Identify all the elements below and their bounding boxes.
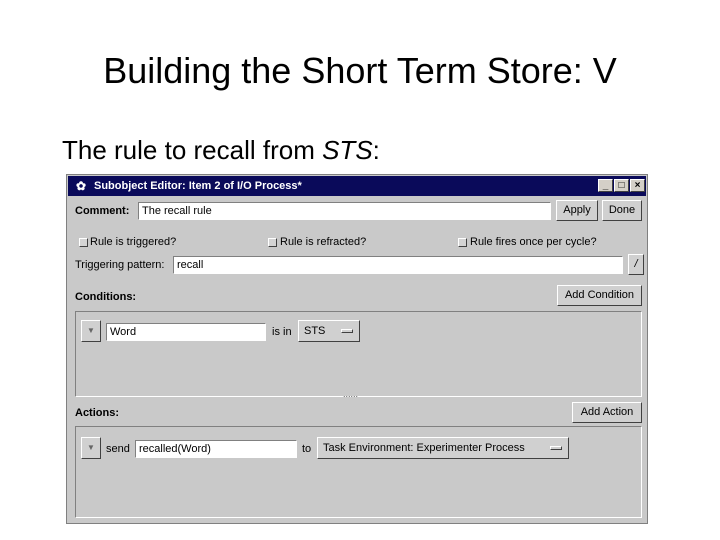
slide-subtitle: The rule to recall from STS: [62,135,380,166]
add-action-button[interactable]: Add Action [572,402,642,423]
action-target-dropdown[interactable]: Task Environment: Experimenter Process [317,437,569,459]
action-verb-label: send [106,443,130,455]
condition-store-dropdown[interactable]: STS [298,320,360,342]
conditions-label: Conditions: [75,291,137,303]
condition-word-input[interactable]: Word [106,323,266,341]
action-target-value: Task Environment: Experimenter Process [323,442,525,454]
close-button[interactable]: × [630,179,645,192]
condition-toggle-button[interactable]: ▼ [81,320,101,342]
action-value-input[interactable]: recalled(Word) [135,440,297,458]
action-toggle-button[interactable]: ▼ [81,437,101,459]
subtitle-emphasis: STS [322,135,373,165]
done-button[interactable]: Done [602,200,642,221]
dropdown-indicator-icon [341,329,353,333]
condition-store-value: STS [304,325,326,337]
minimize-button[interactable]: _ [598,179,613,192]
window-titlebar[interactable]: ✿ Subobject Editor: Item 2 of I/O Proces… [68,176,646,196]
refracted-label: Rule is refracted? [280,236,367,248]
triggering-pattern-label: Triggering pattern: [75,259,165,271]
action-to-label: to [302,443,312,455]
subtitle-suffix: : [372,135,380,165]
triggered-checkbox[interactable] [79,238,88,247]
actions-label: Actions: [75,407,119,419]
add-condition-button[interactable]: Add Condition [557,285,642,306]
actions-panel: ▼ send recalled(Word) to Task Environmen… [75,426,642,518]
subtitle-prefix: The rule to recall from [62,135,323,165]
refracted-checkbox[interactable] [268,238,277,247]
maximize-button[interactable]: □ [614,179,629,192]
subobject-editor-window: ✿ Subobject Editor: Item 2 of I/O Proces… [66,174,648,524]
window-title: Subobject Editor: Item 2 of I/O Process* [94,180,302,192]
apply-button[interactable]: Apply [556,200,598,221]
slide-title: Building the Short Term Store: V [103,50,617,91]
triggered-label: Rule is triggered? [90,236,177,248]
conditions-panel: ▼ Word is in STS [75,311,642,397]
comment-input[interactable]: The recall rule [138,202,551,220]
once-per-cycle-checkbox[interactable] [458,238,467,247]
panel-splitter[interactable]: ...... [343,389,358,399]
triggering-pattern-input[interactable]: recall [173,256,623,274]
pattern-expand-button[interactable]: / [628,254,644,275]
comment-label: Comment: [75,205,130,217]
app-icon: ✿ [75,179,87,193]
condition-relation-label: is in [272,326,292,338]
dropdown-indicator-icon [550,446,562,450]
once-per-cycle-label: Rule fires once per cycle? [470,236,597,248]
